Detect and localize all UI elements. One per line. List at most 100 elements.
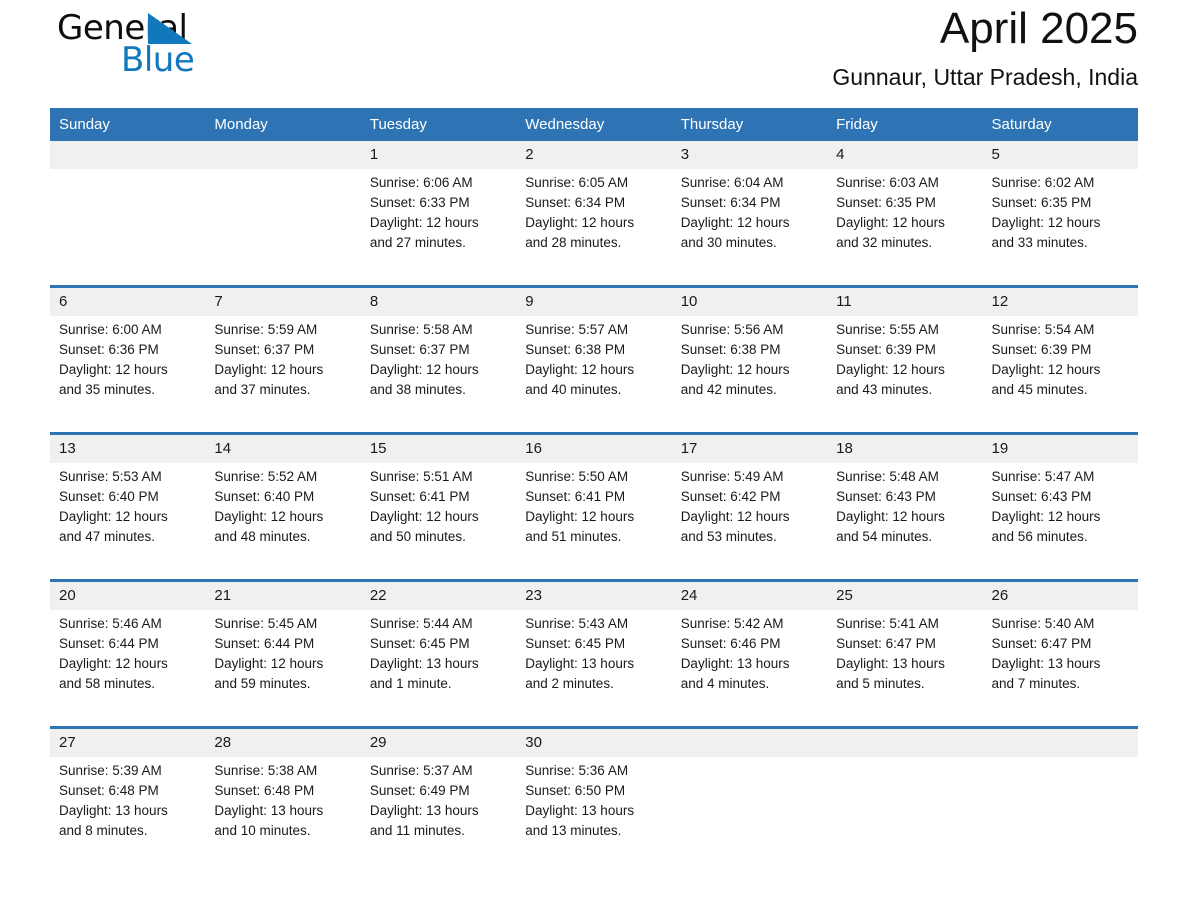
daylight-text-line1: Daylight: 12 hours [680, 215, 790, 230]
week-gap [50, 422, 1138, 432]
sunset-text: Sunset: 6:47 PM [991, 636, 1092, 651]
day-detail: Sunrise: 5:55 AM Sunset: 6:39 PM Dayligh… [827, 316, 983, 422]
page-header: General Blue April 2025 Gunnaur, Uttar P… [50, 0, 1138, 108]
day-number[interactable]: 28 [205, 729, 361, 757]
daylight-text-line1: Daylight: 13 hours [680, 656, 790, 671]
daylight-text-line2: and 11 minutes. [369, 823, 465, 838]
daylight-text-line1: Daylight: 13 hours [369, 656, 479, 671]
daylight-text-line1: Daylight: 12 hours [369, 215, 479, 230]
day-number[interactable]: 9 [516, 288, 672, 316]
sunrise-text: Sunrise: 5:36 AM [525, 763, 629, 778]
day-number[interactable]: 19 [982, 435, 1138, 463]
daylight-text-line2: and 53 minutes. [680, 529, 777, 544]
sunset-text: Sunset: 6:49 PM [369, 783, 470, 798]
sunrise-text: Sunrise: 5:37 AM [369, 763, 473, 778]
daylight-text-line2: and 50 minutes. [369, 529, 466, 544]
week-1-details: Sunrise: 6:06 AM Sunset: 6:33 PM Dayligh… [50, 169, 1138, 275]
daylight-text-line2: and 51 minutes. [525, 529, 622, 544]
calendar-page: General Blue April 2025 Gunnaur, Uttar P… [0, 0, 1188, 918]
weekday-header-monday: Monday [205, 108, 361, 141]
day-number[interactable]: 16 [516, 435, 672, 463]
sunrise-text: Sunrise: 6:03 AM [836, 175, 939, 190]
sunrise-text: Sunrise: 5:48 AM [836, 469, 939, 484]
sunset-text: Sunset: 6:45 PM [525, 636, 626, 651]
sunrise-text: Sunrise: 5:40 AM [991, 616, 1095, 631]
sunrise-text: Sunrise: 5:58 AM [369, 322, 473, 337]
week-gap [50, 716, 1138, 726]
daylight-text-line2: and 30 minutes. [680, 235, 777, 250]
daylight-text-line2: and 33 minutes. [991, 235, 1088, 250]
day-number[interactable]: 4 [827, 141, 983, 169]
weekday-header-tuesday: Tuesday [360, 108, 517, 141]
sunset-text: Sunset: 6:40 PM [59, 489, 159, 504]
sunset-text: Sunset: 6:47 PM [836, 636, 936, 651]
day-detail: Sunrise: 5:50 AM Sunset: 6:41 PM Dayligh… [516, 463, 672, 569]
daylight-text-line1: Daylight: 12 hours [525, 362, 635, 377]
day-number[interactable]: 22 [360, 582, 517, 610]
title-block: April 2025 Gunnaur, Uttar Pradesh, India [832, 0, 1138, 92]
day-number[interactable]: 26 [982, 582, 1138, 610]
daylight-text-line2: and 7 minutes. [991, 676, 1081, 691]
week-5-details: Sunrise: 5:39 AM Sunset: 6:48 PM Dayligh… [50, 757, 1138, 863]
sunset-text: Sunset: 6:43 PM [836, 489, 936, 504]
day-number[interactable]: 6 [50, 288, 206, 316]
daylight-text-line1: Daylight: 13 hours [369, 803, 479, 818]
day-number[interactable]: 10 [671, 288, 828, 316]
calendar-body: 1 2 3 4 5 Sunrise: 6:06 AM Sunset: 6:33 … [50, 141, 1138, 863]
daylight-text-line2: and 59 minutes. [214, 676, 311, 691]
day-number[interactable]: 13 [50, 435, 206, 463]
day-number[interactable]: 14 [205, 435, 361, 463]
day-number[interactable]: 30 [516, 729, 672, 757]
day-number[interactable]: 15 [360, 435, 517, 463]
day-cell-empty [827, 729, 983, 757]
day-cell-empty [671, 729, 828, 757]
daylight-text-line2: and 40 minutes. [525, 382, 622, 397]
day-detail: Sunrise: 5:59 AM Sunset: 6:37 PM Dayligh… [205, 316, 361, 422]
day-detail-empty [671, 757, 828, 863]
daylight-text-line2: and 54 minutes. [836, 529, 933, 544]
day-detail: Sunrise: 5:52 AM Sunset: 6:40 PM Dayligh… [205, 463, 361, 569]
sunrise-text: Sunrise: 6:06 AM [369, 175, 473, 190]
day-number[interactable]: 20 [50, 582, 206, 610]
day-number[interactable]: 25 [827, 582, 983, 610]
day-detail: Sunrise: 5:53 AM Sunset: 6:40 PM Dayligh… [50, 463, 206, 569]
day-detail: Sunrise: 5:51 AM Sunset: 6:41 PM Dayligh… [360, 463, 517, 569]
sunrise-text: Sunrise: 5:44 AM [369, 616, 473, 631]
day-number[interactable]: 24 [671, 582, 828, 610]
day-number[interactable]: 2 [516, 141, 672, 169]
daylight-text-line2: and 58 minutes. [59, 676, 156, 691]
sunrise-text: Sunrise: 6:04 AM [680, 175, 784, 190]
day-number[interactable]: 12 [982, 288, 1138, 316]
daylight-text-line2: and 10 minutes. [214, 823, 311, 838]
sunrise-text: Sunrise: 6:02 AM [991, 175, 1095, 190]
day-number[interactable]: 1 [360, 141, 517, 169]
daylight-text-line1: Daylight: 13 hours [836, 656, 945, 671]
sunrise-text: Sunrise: 5:55 AM [836, 322, 939, 337]
day-detail: Sunrise: 6:03 AM Sunset: 6:35 PM Dayligh… [827, 169, 983, 275]
daylight-text-line2: and 45 minutes. [991, 382, 1088, 397]
day-number[interactable]: 5 [982, 141, 1138, 169]
day-number[interactable]: 27 [50, 729, 206, 757]
day-number[interactable]: 8 [360, 288, 517, 316]
day-number[interactable]: 3 [671, 141, 828, 169]
day-detail: Sunrise: 5:44 AM Sunset: 6:45 PM Dayligh… [360, 610, 517, 716]
daylight-text-line2: and 13 minutes. [525, 823, 622, 838]
sunset-text: Sunset: 6:41 PM [525, 489, 626, 504]
day-number[interactable]: 21 [205, 582, 361, 610]
day-number[interactable]: 11 [827, 288, 983, 316]
day-number[interactable]: 29 [360, 729, 517, 757]
daylight-text-line2: and 48 minutes. [214, 529, 311, 544]
day-number[interactable]: 18 [827, 435, 983, 463]
generalblue-logo[interactable]: General Blue [50, 5, 250, 85]
day-number[interactable]: 7 [205, 288, 361, 316]
day-detail: Sunrise: 5:45 AM Sunset: 6:44 PM Dayligh… [205, 610, 361, 716]
week-gap [50, 275, 1138, 285]
daylight-text-line1: Daylight: 13 hours [525, 656, 635, 671]
day-number[interactable]: 23 [516, 582, 672, 610]
day-detail: Sunrise: 5:36 AM Sunset: 6:50 PM Dayligh… [516, 757, 672, 863]
weekday-header-thursday: Thursday [671, 108, 828, 141]
day-number[interactable]: 17 [671, 435, 828, 463]
day-detail: Sunrise: 5:54 AM Sunset: 6:39 PM Dayligh… [982, 316, 1138, 422]
daylight-text-line1: Daylight: 12 hours [836, 362, 945, 377]
day-cell-empty [982, 729, 1138, 757]
